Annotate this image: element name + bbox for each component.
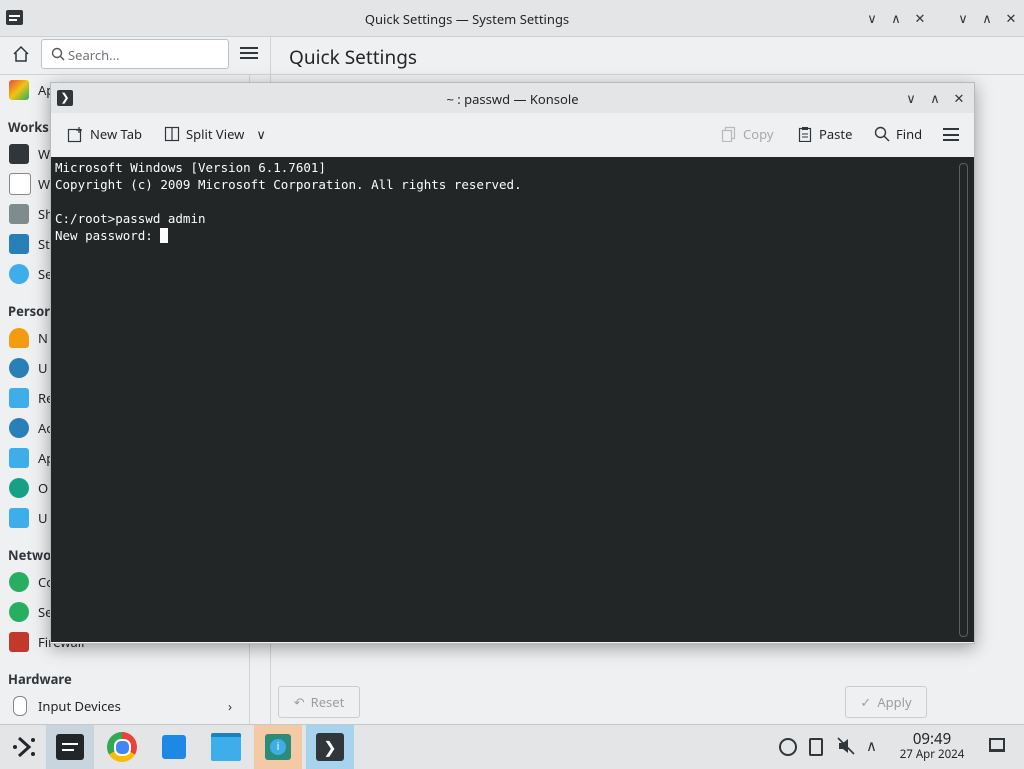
task-konsole[interactable]: ❯ (306, 725, 354, 769)
appearance-icon (9, 80, 29, 100)
task-discover[interactable] (150, 725, 198, 769)
hamburger-menu-icon[interactable] (943, 128, 959, 141)
clock-date: 27 Apr 2024 (899, 747, 965, 762)
settings-window-title: Quick Settings — System Settings (364, 10, 570, 28)
copy-button[interactable]: Copy (721, 114, 773, 154)
sidebar-section-header: Hardware (8, 670, 72, 688)
konsole-toolbar: New Tab Split View ∨ Copy Paste Find (51, 114, 974, 157)
task-file-manager[interactable] (202, 725, 250, 769)
chrome-icon (107, 732, 137, 762)
update-notifier-icon[interactable] (779, 738, 797, 756)
terminal-line: Microsoft Windows [Version 6.1.7601] (55, 160, 326, 175)
clipboard-icon[interactable] (809, 738, 823, 756)
search-icon (51, 47, 65, 61)
split-view-icon (164, 126, 180, 142)
sidebar-section-header: Works (8, 118, 49, 136)
minimize-chevron-icon[interactable]: ∨ (864, 10, 880, 26)
search-input[interactable]: Search... (41, 39, 229, 69)
terminal-area[interactable]: Microsoft Windows [Version 6.1.7601] Cop… (51, 157, 974, 642)
apply-button[interactable]: ✓ Apply (845, 686, 927, 718)
user-feedback-icon (9, 508, 29, 528)
firewall-icon (9, 632, 29, 652)
terminal-cursor (160, 228, 169, 243)
chevron-down-icon: ∨ (256, 125, 266, 143)
close-icon[interactable]: ✕ (1003, 10, 1019, 26)
folder-icon (211, 733, 241, 761)
split-view-button[interactable]: Split View ∨ (164, 114, 266, 154)
close-icon[interactable]: ✕ (912, 10, 928, 26)
globe-icon (9, 602, 29, 622)
task-system-settings[interactable] (46, 725, 94, 769)
show-desktop-icon[interactable] (989, 738, 1005, 752)
terminal-line: C:/root>passwd admin (55, 211, 206, 226)
konsole-window-title: ~ : passwd — Konsole (446, 90, 579, 108)
konsole-titlebar[interactable]: ❯ ~ : passwd — Konsole ∨ ∧ ✕ (51, 83, 974, 113)
notification-bell-icon (9, 328, 29, 348)
maximize-chevron-icon[interactable]: ∧ (979, 10, 995, 26)
sidebar-section-header: Persor (8, 302, 51, 320)
reset-icon: ↶ (293, 693, 305, 711)
chevron-right-icon: › (228, 697, 233, 715)
applications-grid-icon (9, 448, 29, 468)
maximize-chevron-icon[interactable]: ∧ (927, 90, 943, 106)
search-icon (9, 264, 29, 284)
konsole-window: ❯ ~ : passwd — Konsole ∨ ∧ ✕ New Tab Spl… (50, 82, 975, 644)
settings-titlebar[interactable]: Quick Settings — System Settings ∨ ∧ ✕ (0, 0, 934, 37)
system-settings-icon (56, 734, 84, 760)
keyboard-icon (9, 204, 29, 224)
digital-clock[interactable]: 09:49 27 Apr 2024 (890, 731, 974, 762)
volume-muted-icon[interactable] (836, 736, 856, 756)
taskbar: i ❯ ∧ 09:49 27 Apr 2024 (0, 724, 1024, 769)
terminal-scrollbar[interactable] (959, 163, 968, 637)
system-tray-expand-chevron-icon[interactable]: ∧ (866, 736, 877, 756)
window-icon (9, 173, 31, 195)
search-placeholder: Search... (68, 46, 120, 64)
startup-icon (9, 234, 29, 254)
sidebar-item-input-devices[interactable]: Input Devices › (0, 691, 250, 721)
konsole-icon: ❯ (316, 733, 344, 761)
accessibility-icon (9, 418, 29, 438)
workspace-icon (9, 144, 29, 164)
clock-time: 09:49 (912, 729, 952, 749)
checkmark-icon: ✓ (860, 693, 872, 711)
minimize-chevron-icon[interactable]: ∨ (903, 90, 919, 106)
paste-button[interactable]: Paste (797, 114, 852, 154)
task-chrome[interactable] (98, 725, 146, 769)
new-tab-button[interactable]: New Tab (67, 114, 142, 154)
minimize-chevron-icon[interactable]: ∨ (955, 10, 971, 26)
info-icon: i (265, 734, 291, 760)
discover-store-icon (162, 735, 186, 759)
find-button[interactable]: Find (874, 114, 922, 154)
application-launcher[interactable] (0, 725, 48, 769)
terminal-line: Copyright (c) 2009 Microsoft Corporation… (55, 177, 522, 192)
sidebar-section-header: Netwo (8, 546, 52, 564)
search-icon (874, 126, 890, 142)
terminal-prompt-line: New password: (55, 227, 169, 244)
hamburger-menu-icon[interactable] (240, 46, 258, 60)
close-icon[interactable]: ✕ (951, 90, 967, 106)
mouse-icon (13, 696, 27, 716)
page-title: Quick Settings (289, 44, 417, 70)
remote-icon (9, 388, 29, 408)
task-info-center[interactable]: i (254, 725, 302, 769)
kde-launcher-icon (13, 736, 35, 758)
new-tab-icon (67, 126, 82, 142)
paste-icon (798, 127, 812, 142)
users-icon (9, 358, 29, 378)
copy-icon (721, 126, 736, 142)
globe-icon (9, 572, 29, 592)
online-accounts-icon (9, 478, 29, 498)
reset-button[interactable]: ↶ Reset (278, 686, 360, 718)
maximize-chevron-icon[interactable]: ∧ (888, 10, 904, 26)
home-icon[interactable] (12, 45, 30, 63)
